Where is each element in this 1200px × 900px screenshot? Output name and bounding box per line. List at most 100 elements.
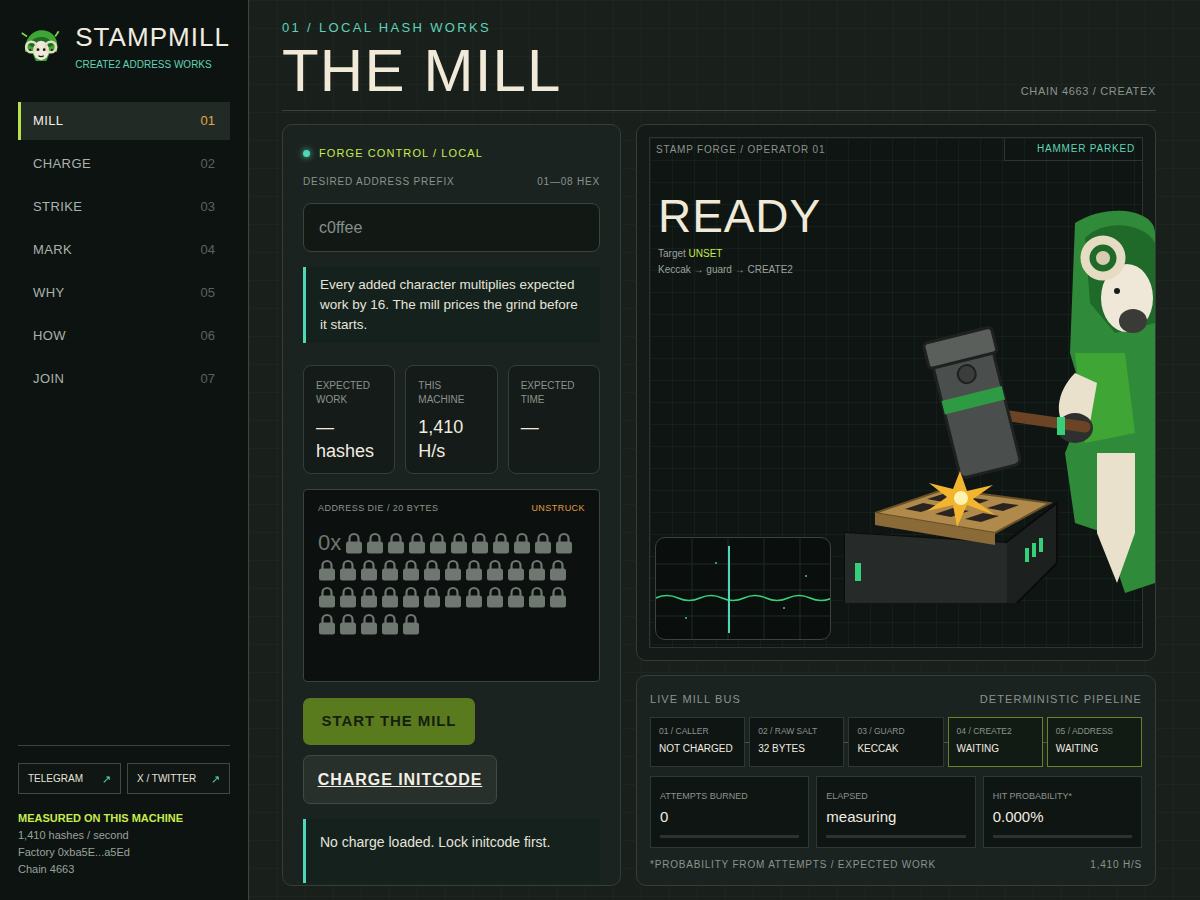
padlock-icon — [555, 532, 573, 554]
bus-stat-label: ATTEMPTS BURNED — [660, 790, 799, 802]
prefix-input[interactable] — [303, 203, 600, 252]
padlock-icon — [402, 559, 420, 581]
machine-info: MEASURED ON THIS MACHINE 1,410 hashes / … — [18, 810, 230, 878]
external-arrow-icon: ↗ — [211, 773, 220, 785]
padlock-icon — [465, 586, 483, 608]
stat-unit: H/s — [418, 439, 484, 463]
stat-card: EXPECTED TIME— — [508, 365, 600, 474]
padlock-icon — [339, 586, 357, 608]
control-title: FORGE CONTROL / LOCAL — [319, 146, 483, 160]
external-arrow-icon: ↗ — [102, 773, 111, 785]
padlock-icon — [318, 559, 336, 581]
waveform-icon — [656, 538, 831, 640]
padlock-icon — [381, 586, 399, 608]
padlock-icon — [381, 559, 399, 581]
padlock-icon — [486, 559, 504, 581]
brand[interactable]: STAMPMILL CREATE2 ADDRESS WORKS — [18, 0, 230, 72]
padlock-icon — [549, 559, 567, 581]
bus-stats: ATTEMPTS BURNED0ELAPSEDmeasuringHIT PROB… — [650, 776, 1142, 848]
pipeline-step: 05 / ADDRESSWAITING — [1047, 717, 1142, 767]
pipeline-step: 04 / CREATE2WAITING — [948, 717, 1043, 767]
prefix-label: DESIRED ADDRESS PREFIX — [303, 175, 455, 189]
padlock-icon — [387, 532, 405, 554]
padlock-icon — [402, 613, 420, 635]
bus-stat-label: HIT PROBABILITY* — [993, 790, 1132, 802]
step-value: WAITING — [1056, 742, 1133, 755]
nav-number: 07 — [201, 369, 215, 389]
ram-logo-icon — [20, 23, 62, 71]
padlock-icon — [318, 613, 336, 635]
machine-title: MEASURED ON THIS MACHINE — [18, 810, 230, 827]
social-link[interactable]: TELEGRAM ↗ — [18, 763, 121, 794]
charge-message: No charge loaded. Lock initcode first. — [303, 819, 600, 883]
padlock-icon — [360, 613, 378, 635]
nav-item[interactable]: MILL01 — [18, 102, 230, 140]
page-eyebrow: 01 / LOCAL HASH WORKS — [282, 20, 562, 36]
ram-smith-illustration-icon — [835, 203, 1155, 603]
address-die: ADDRESS DIE / 20 BYTES UNSTRUCK 0x — [303, 489, 600, 682]
padlock-icon — [423, 559, 441, 581]
padlock-icon — [408, 532, 426, 554]
nav-number: 05 — [201, 283, 215, 303]
step-value: WAITING — [957, 742, 1034, 755]
step-label: 03 / GUARD — [857, 726, 934, 737]
prefix-range: 01—08 HEX — [537, 175, 600, 189]
nav-item[interactable]: HOW 06 — [18, 317, 230, 355]
nav-item[interactable]: CHARGE 02 — [18, 145, 230, 183]
bus-stat: HIT PROBABILITY* 0.000% — [983, 776, 1142, 848]
die-status: UNSTRUCK — [531, 502, 585, 514]
pipeline-step: 01 / CALLERNOT CHARGED — [650, 717, 745, 767]
note-text: Every added character multiplies expecte… — [320, 275, 586, 335]
stat-card: EXPECTED WORK —hashes — [303, 365, 395, 474]
bus-footnote: *PROBABILITY FROM ATTEMPTS / EXPECTED WO… — [650, 858, 936, 872]
pipeline-step: 03 / GUARDKECCAK — [848, 717, 943, 767]
nav-label: HOW — [33, 326, 66, 346]
nav-label: CHARGE — [33, 154, 91, 174]
machine-line: Factory 0xba5E...a5Ed — [18, 844, 230, 861]
stat-label: THIS MACHINE — [418, 379, 484, 407]
nav-label: MILL — [33, 111, 63, 131]
step-label: 01 / CALLER — [659, 726, 736, 737]
padlock-icon — [429, 532, 447, 554]
nav-item[interactable]: STRIKE03 — [18, 188, 230, 226]
message-text: No charge loaded. Lock initcode first. — [320, 832, 586, 852]
social-link[interactable]: X / TWITTER↗ — [127, 763, 230, 794]
nav-label: MARK — [33, 240, 72, 260]
link-label: TELEGRAM — [28, 773, 83, 785]
stat-value: 1,410 — [418, 415, 484, 439]
bus-stat-label: ELAPSED — [826, 790, 965, 802]
sidebar-nav: MILL01 CHARGE 02 STRIKE03 MARK04 WHY05 HOW 06 JO… — [18, 102, 230, 398]
start-button[interactable]: START THE MILL — [303, 698, 475, 745]
brand-name: STAMPMILL — [75, 22, 230, 52]
machine-line: 1,410 hashes / second — [18, 827, 230, 844]
nav-number: 02 — [201, 154, 215, 174]
nav-item[interactable]: MARK04 — [18, 231, 230, 269]
nav-item[interactable]: JOIN07 — [18, 360, 230, 398]
padlock-icon — [339, 559, 357, 581]
padlock-icon — [471, 532, 489, 554]
bus-rate: 1,410 H/S — [1090, 858, 1142, 872]
sidebar: STAMPMILL CREATE2 ADDRESS WORKS MILL01 CH… — [0, 0, 249, 900]
bus-stat-value: 0.000% — [993, 807, 1132, 827]
step-label: 02 / RAW SALT — [758, 726, 835, 737]
padlock-icon — [360, 559, 378, 581]
charge-button[interactable]: CHARGE INITCODE — [303, 755, 497, 804]
forge-title: STAMP FORGE / OPERATOR 01 — [650, 138, 825, 157]
stat-value: — — [316, 415, 382, 439]
chain-label: CHAIN 4663 / CREATEX — [1021, 84, 1156, 102]
bus-stat-value: 0 — [660, 807, 799, 827]
work-stats: EXPECTED WORK —hashes THIS MACHINE 1,410H/s… — [303, 365, 600, 474]
step-value: 32 BYTES — [758, 742, 835, 755]
bus-stat-track — [660, 835, 799, 838]
nav-label: STRIKE — [33, 197, 82, 217]
active-indicator — [18, 102, 21, 140]
stat-card: THIS MACHINE 1,410H/s — [405, 365, 497, 474]
bus-stat-track — [993, 835, 1132, 838]
padlock-icon — [366, 532, 384, 554]
nav-number: 06 — [201, 326, 215, 346]
padlock-icon — [360, 586, 378, 608]
stat-unit: hashes — [316, 439, 382, 463]
nav-item[interactable]: WHY05 — [18, 274, 230, 312]
stat-label: EXPECTED WORK — [316, 379, 382, 407]
padlock-icon — [465, 559, 483, 581]
